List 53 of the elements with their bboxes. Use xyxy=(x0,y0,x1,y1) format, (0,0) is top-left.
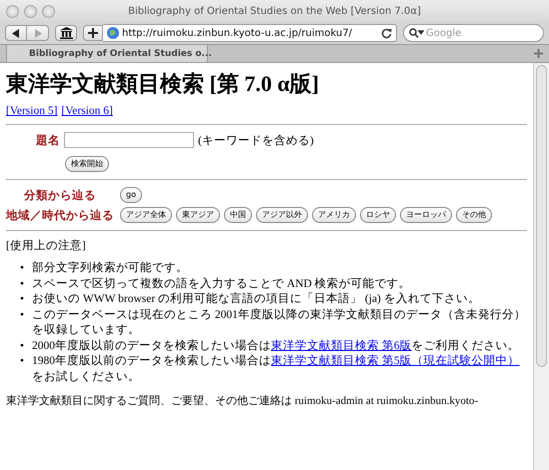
notes-heading: [使用上の注意] xyxy=(6,238,87,254)
browse-label: 分類から辿る xyxy=(22,188,97,203)
browse-button[interactable]: アジア全体 xyxy=(120,207,172,224)
minimize-icon[interactable] xyxy=(24,4,37,18)
field-label: 題名 xyxy=(36,134,60,148)
zoom-icon[interactable] xyxy=(42,4,55,18)
field-hint: (キーワードを含める) xyxy=(198,134,314,148)
version-link[interactable]: [Version 5] xyxy=(6,105,58,118)
close-icon[interactable] xyxy=(6,4,19,18)
browse-button[interactable]: アメリカ xyxy=(312,207,356,224)
note-item: スペースで区切って複数の語を入力することで AND 検索が可能です。 xyxy=(32,276,411,292)
bullet: • xyxy=(20,354,24,370)
page-heading: 東洋学文献類目検索 [第 7.0 α版] xyxy=(6,71,320,98)
bullet: • xyxy=(20,261,24,276)
plus-icon xyxy=(88,28,98,38)
bullet: • xyxy=(20,338,24,354)
note-link[interactable]: 東洋学文献類目検索 第5版（現在試験公開中） xyxy=(271,355,520,368)
add-bookmark-button[interactable] xyxy=(83,25,103,41)
window-title: Bibliography of Oriental Studies on the Web [Version 7.0α] xyxy=(127,6,422,16)
search-button[interactable]: 検索開始 xyxy=(65,156,109,172)
bullet: • xyxy=(20,292,24,308)
browse-button[interactable]: アジア以外 xyxy=(256,207,308,224)
version-link[interactable]: [Version 6] xyxy=(61,105,113,118)
forward-arrow-icon xyxy=(34,28,42,38)
browse-label: 地域／時代から辿る xyxy=(6,208,114,223)
browse-button[interactable]: ロシヤ xyxy=(360,207,396,224)
contact-text: 東洋学文献類目に関するご質問、ご要望、その他ご連絡は ruimoku-admin at ruimoku.zinbun.kyoto- xyxy=(6,394,480,408)
scroll-thumb[interactable] xyxy=(536,65,547,367)
browse-button[interactable]: ヨーロッパ xyxy=(400,207,452,224)
building-icon xyxy=(60,27,72,39)
url-text: http://ruimoku.zinbun.kyoto-u.ac.jp/ruimoku7/ xyxy=(122,28,354,38)
bookmarks-button[interactable] xyxy=(55,25,77,41)
search-placeholder: Google xyxy=(426,28,462,38)
scrollbar[interactable] xyxy=(533,63,549,470)
browse-button[interactable]: go xyxy=(120,187,142,204)
back-arrow-icon xyxy=(12,28,20,38)
bullet: • xyxy=(20,308,24,323)
reload-icon[interactable] xyxy=(381,28,392,38)
note-item: 部分文字列検索が可能です。 xyxy=(32,261,188,276)
globe-icon xyxy=(107,27,119,39)
title-input-field[interactable] xyxy=(64,132,194,148)
bullet: • xyxy=(20,276,24,292)
note-link[interactable]: 東洋学文献類目検索 第6版 xyxy=(271,340,412,352)
note-item: お使いの WWW browser の利用可能な言語の項目に「日本語」 (ja) を入れて下さい。 xyxy=(32,292,480,308)
note-item: このデータベースは現在のところ 2001年度版以降の東洋学文献類目のデータ（含未発行分）を収録しています。 xyxy=(32,308,527,338)
search-icon xyxy=(409,28,424,38)
address-field[interactable]: http://ruimoku.zinbun.kyoto-u.ac.jp/ruimoku7/ xyxy=(103,24,397,42)
browse-button[interactable]: 中国 xyxy=(224,207,252,224)
browse-button[interactable]: その他 xyxy=(456,207,492,224)
back-button[interactable] xyxy=(5,25,27,41)
browse-button[interactable]: 東アジア xyxy=(176,207,220,224)
note-item: 1980年度版以前のデータを検索したい場合は東洋学文献類目検索 第5版（現在試験公開中） をお試しください。 xyxy=(32,354,521,385)
note-item: 2000年度版以前のデータを検索したい場合は東洋学文献類目検索 第6版をご利用ください。 xyxy=(32,338,520,354)
